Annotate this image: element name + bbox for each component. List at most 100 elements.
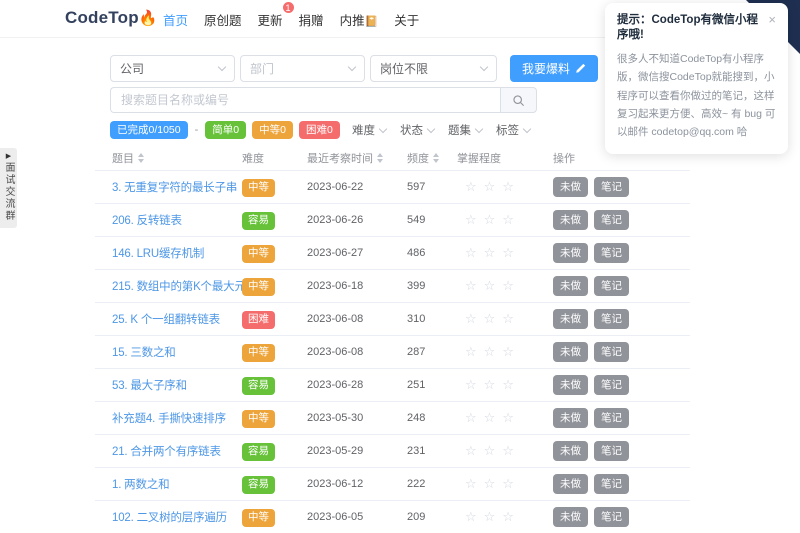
todo-button[interactable]: 未做 (553, 276, 588, 296)
col-header-title[interactable]: 题目 (112, 150, 242, 166)
nav-item-home[interactable]: 首页 (163, 10, 188, 29)
problem-link[interactable]: 215. 数组中的第K个最大元素 (112, 281, 257, 293)
col-header-date[interactable]: 最近考察时间 (307, 150, 407, 166)
problem-link[interactable]: 补充题4. 手撕快速排序 (112, 413, 226, 425)
difficulty-badge: 中等 (242, 179, 275, 197)
last-asked-date: 2023-06-22 (307, 181, 407, 193)
note-button[interactable]: 笔记 (594, 342, 629, 362)
filter-status[interactable]: 状态 (400, 122, 434, 138)
sort-icon[interactable] (433, 153, 439, 163)
nav-item-updates[interactable]: 更新1 (258, 10, 283, 29)
problem-link[interactable]: 3. 无重复字符的最长子串 (112, 182, 237, 194)
nav-item-donate[interactable]: 捐赠 (299, 10, 324, 29)
todo-button[interactable]: 未做 (553, 408, 588, 428)
table-row: 215. 数组中的第K个最大元素 中等 2023-06-18 399 ☆☆☆ 未… (95, 270, 690, 303)
last-asked-date: 2023-06-12 (307, 478, 407, 490)
frequency-value: 248 (407, 412, 457, 424)
problem-link[interactable]: 206. 反转链表 (112, 215, 182, 227)
todo-button[interactable]: 未做 (553, 507, 588, 527)
interview-group-tab[interactable]: ▶ 面试交流群 (0, 148, 17, 228)
col-header-frequency[interactable]: 频度 (407, 150, 457, 166)
todo-button[interactable]: 未做 (553, 210, 588, 230)
table-row: 53. 最大子序和 容易 2023-06-28 251 ☆☆☆ 未做笔记 (95, 369, 690, 402)
note-button[interactable]: 笔记 (594, 474, 629, 494)
tooltip-title: 提示：CodeTop有微信小程序哦! (617, 13, 764, 43)
mastery-stars[interactable]: ☆☆☆ (457, 278, 553, 294)
note-button[interactable]: 笔记 (594, 408, 629, 428)
logo[interactable]: CodeTop🔥 (65, 8, 158, 28)
search-row (110, 87, 690, 113)
todo-button[interactable]: 未做 (553, 243, 588, 263)
filter-tags[interactable]: 标签 (496, 122, 530, 138)
hard-count-badge: 困难0 (299, 121, 340, 139)
frequency-value: 251 (407, 379, 457, 391)
nav-item-referral[interactable]: 内推📔 (340, 10, 379, 29)
problem-link[interactable]: 25. K 个一组翻转链表 (112, 314, 220, 326)
chevron-down-icon (218, 63, 226, 71)
problem-link[interactable]: 15. 三数之和 (112, 347, 176, 359)
note-button[interactable]: 笔记 (594, 243, 629, 263)
close-icon[interactable]: × (768, 13, 776, 26)
chevron-down-icon (480, 63, 488, 71)
search-input[interactable] (110, 87, 500, 113)
flame-icon: 🔥 (139, 10, 158, 27)
frequency-value: 209 (407, 511, 457, 523)
difficulty-badge: 容易 (242, 377, 275, 395)
filter-problemset[interactable]: 题集 (448, 122, 482, 138)
nav-item-about[interactable]: 关于 (394, 10, 419, 29)
note-button[interactable]: 笔记 (594, 276, 629, 296)
nav-item-original[interactable]: 原创题 (204, 10, 242, 29)
mastery-stars[interactable]: ☆☆☆ (457, 245, 553, 261)
problem-link[interactable]: 1. 两数之和 (112, 479, 169, 491)
mastery-stars[interactable]: ☆☆☆ (457, 476, 553, 492)
position-select[interactable]: 岗位不限 (370, 55, 497, 82)
problem-link[interactable]: 21. 合并两个有序链表 (112, 446, 221, 458)
todo-button[interactable]: 未做 (553, 342, 588, 362)
todo-button[interactable]: 未做 (553, 474, 588, 494)
note-button[interactable]: 笔记 (594, 507, 629, 527)
note-button[interactable]: 笔记 (594, 441, 629, 461)
note-button[interactable]: 笔记 (594, 177, 629, 197)
problem-link[interactable]: 53. 最大子序和 (112, 380, 187, 392)
frequency-value: 549 (407, 214, 457, 226)
report-button[interactable]: 我要爆料 (510, 55, 598, 82)
position-select-value: 岗位不限 (380, 60, 428, 77)
mastery-stars[interactable]: ☆☆☆ (457, 509, 553, 525)
problem-link[interactable]: 102. 二叉树的层序遍历 (112, 512, 227, 524)
filter-row: 公司 部门 岗位不限 我要爆料 (110, 55, 690, 82)
last-asked-date: 2023-06-18 (307, 280, 407, 292)
search-button[interactable] (500, 87, 537, 113)
sort-icon[interactable] (138, 153, 144, 163)
company-select[interactable]: 公司 (110, 55, 235, 82)
difficulty-badge: 中等 (242, 509, 275, 527)
col-header-mastery: 掌握程度 (457, 150, 553, 166)
mastery-stars[interactable]: ☆☆☆ (457, 212, 553, 228)
table-header: 题目 难度 最近考察时间 频度 掌握程度 操作 (95, 145, 690, 171)
difficulty-badge: 容易 (242, 443, 275, 461)
todo-button[interactable]: 未做 (553, 441, 588, 461)
logo-text: CodeTop (65, 8, 139, 27)
medium-count-badge: 中等0 (252, 121, 293, 139)
todo-button[interactable]: 未做 (553, 177, 588, 197)
last-asked-date: 2023-06-08 (307, 346, 407, 358)
filter-difficulty[interactable]: 难度 (352, 122, 386, 138)
problem-link[interactable]: 146. LRU缓存机制 (112, 248, 204, 260)
easy-count-badge: 简单0 (205, 121, 246, 139)
note-button[interactable]: 笔记 (594, 375, 629, 395)
note-button[interactable]: 笔记 (594, 210, 629, 230)
todo-button[interactable]: 未做 (553, 375, 588, 395)
mastery-stars[interactable]: ☆☆☆ (457, 344, 553, 360)
codetop-page: CodeTop🔥 首页 原创题 更新1 捐赠 内推📔 关于 提示：CodeTop… (0, 0, 800, 533)
mastery-stars[interactable]: ☆☆☆ (457, 377, 553, 393)
completed-badge: 已完成0/1050 (110, 121, 188, 139)
sort-icon[interactable] (377, 153, 383, 163)
department-select[interactable]: 部门 (240, 55, 365, 82)
note-button[interactable]: 笔记 (594, 309, 629, 329)
mastery-stars[interactable]: ☆☆☆ (457, 443, 553, 459)
mastery-stars[interactable]: ☆☆☆ (457, 410, 553, 426)
todo-button[interactable]: 未做 (553, 309, 588, 329)
mastery-stars[interactable]: ☆☆☆ (457, 311, 553, 327)
notebook-icon: 📔 (365, 16, 379, 28)
company-select-value: 公司 (120, 60, 144, 77)
mastery-stars[interactable]: ☆☆☆ (457, 179, 553, 195)
